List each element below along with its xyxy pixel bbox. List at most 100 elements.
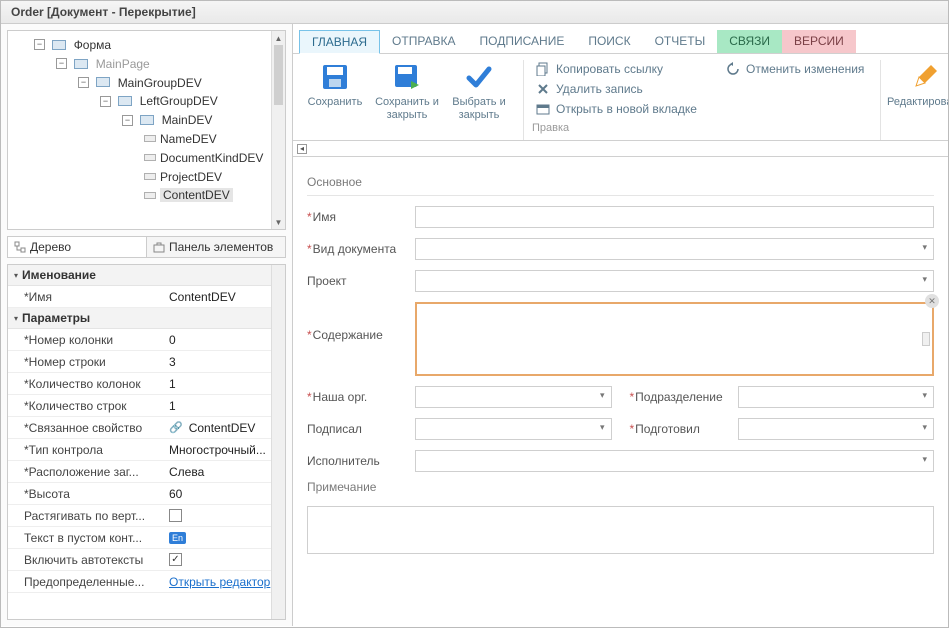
input-project[interactable] <box>415 270 934 292</box>
input-name[interactable] <box>415 206 934 228</box>
tab-toolbox-label: Панель элементов <box>169 240 273 254</box>
prop-row-colnum[interactable]: *Номер колонки 0 <box>8 329 285 351</box>
tree-toggle-icon[interactable]: − <box>100 96 111 107</box>
prop-row-ctrltype[interactable]: *Тип контрола Многострочный... ▼ <box>8 439 285 461</box>
ribbon-group-file: Сохранить Сохранить и закрыть Выбрать и … <box>299 60 524 140</box>
scroll-down-icon[interactable]: ▼ <box>272 215 285 229</box>
delete-button[interactable]: Удалить запись <box>532 80 722 98</box>
tree-node-dockind[interactable]: DocumentKindDEV <box>160 151 263 165</box>
prop-value[interactable]: Слева ▼ <box>163 465 285 479</box>
clear-icon[interactable]: ✕ <box>925 294 939 308</box>
input-prepared[interactable] <box>738 418 935 440</box>
tree-toggle-icon[interactable]: − <box>34 39 45 50</box>
save-button-label: Сохранить <box>308 96 363 109</box>
tree-node-content[interactable]: ContentDEV <box>160 188 233 202</box>
field-icon <box>144 154 156 161</box>
prop-value[interactable]: 1 <box>163 377 285 391</box>
prop-row-emptytext[interactable]: Текст в пустом конт... En <box>8 527 285 549</box>
input-dept[interactable] <box>738 386 935 408</box>
prop-label: Включить автотексты <box>8 553 163 567</box>
prop-row-predef[interactable]: Предопределенные... Открыть редактор <box>8 571 285 593</box>
prop-row-height[interactable]: *Высота 60 <box>8 483 285 505</box>
prop-value[interactable]: 3 <box>163 355 285 369</box>
tab-send[interactable]: ОТПРАВКА <box>380 30 468 53</box>
prop-value[interactable]: Многострочный... ▼ <box>163 443 285 457</box>
field-icon <box>144 135 156 142</box>
prop-section-naming[interactable]: ▾ Именование <box>8 265 285 286</box>
edit-button-label: Редактировать <box>887 96 948 109</box>
container-icon <box>140 115 154 125</box>
prop-section-params[interactable]: ▾ Параметры <box>8 308 285 329</box>
input-assignee[interactable] <box>415 450 934 472</box>
prop-row-vstretch[interactable]: Растягивать по верт... <box>8 505 285 527</box>
locale-badge: En <box>169 532 186 544</box>
tree-toggle-icon[interactable]: − <box>122 115 133 126</box>
prop-row-bound[interactable]: *Связанное свойство 🔗 ContentDEV ▼ <box>8 417 285 439</box>
prop-value[interactable]: 1 <box>163 399 285 413</box>
tab-links[interactable]: СВЯЗИ <box>717 30 782 53</box>
checkbox[interactable] <box>169 553 182 566</box>
tab-tree[interactable]: Дерево <box>7 236 147 258</box>
tree-node-maingroup[interactable]: MainGroupDEV <box>118 75 202 89</box>
prop-value-text: ContentDEV <box>189 421 256 435</box>
tree-node-name[interactable]: NameDEV <box>160 132 217 146</box>
prop-row-name[interactable]: *Имя ContentDEV <box>8 286 285 308</box>
prop-row-autotext[interactable]: Включить автотексты <box>8 549 285 571</box>
tree-node-leftgroup[interactable]: LeftGroupDEV <box>140 94 218 108</box>
prop-name-value[interactable]: ContentDEV <box>163 290 285 304</box>
input-signed[interactable] <box>415 418 612 440</box>
prop-value[interactable]: 🔗 ContentDEV ▼ <box>163 421 285 435</box>
prop-value[interactable] <box>163 553 285 566</box>
prop-value[interactable] <box>163 509 285 522</box>
tree-node-project[interactable]: ProjectDEV <box>160 170 222 184</box>
open-newtab-button[interactable]: Открыть в новой вкладке <box>532 100 722 118</box>
tree-node-mainpage[interactable]: MainPage <box>96 57 150 71</box>
input-content[interactable] <box>415 302 934 376</box>
tree-node-maindev[interactable]: MainDEV <box>162 113 213 127</box>
prop-label: *Связанное свойство <box>8 421 163 435</box>
save-close-icon <box>392 62 422 92</box>
copy-link-button[interactable]: Копировать ссылку <box>532 60 722 78</box>
prop-value[interactable]: 0 <box>163 333 285 347</box>
tree-node-form[interactable]: Форма <box>74 38 111 52</box>
prop-row-colspan[interactable]: *Количество колонок 1 <box>8 373 285 395</box>
form-tree[interactable]: − Форма − MainPage − <box>7 30 286 230</box>
prop-scrollbar[interactable] <box>271 265 285 619</box>
tree-toggle-icon[interactable]: − <box>56 58 67 69</box>
input-dockind[interactable] <box>415 238 934 260</box>
input-note[interactable] <box>307 506 934 554</box>
field-icon <box>144 173 156 180</box>
tree-toggle-icon[interactable]: − <box>78 77 89 88</box>
save-close-button[interactable]: Сохранить и закрыть <box>371 60 443 124</box>
prop-label: *Расположение заг... <box>8 465 163 479</box>
tab-sign[interactable]: ПОДПИСАНИЕ <box>468 30 577 53</box>
tab-main[interactable]: ГЛАВНАЯ <box>299 30 380 54</box>
prop-value[interactable]: En <box>163 532 285 544</box>
select-close-button[interactable]: Выбрать и закрыть <box>443 60 515 124</box>
checkbox[interactable] <box>169 509 182 522</box>
open-editor-link[interactable]: Открыть редактор <box>169 575 270 589</box>
prop-value[interactable]: 60 <box>163 487 285 501</box>
input-ourorg[interactable] <box>415 386 612 408</box>
tab-search[interactable]: ПОИСК <box>576 30 642 53</box>
prop-row-labelpos[interactable]: *Расположение заг... Слева ▼ <box>8 461 285 483</box>
resize-handle-icon[interactable] <box>922 332 930 346</box>
horizontal-strip: ◂ <box>293 141 948 157</box>
scroll-up-icon[interactable]: ▲ <box>272 31 285 45</box>
tab-reports[interactable]: ОТЧЕТЫ <box>643 30 718 53</box>
tree-scrollbar[interactable]: ▲ ▼ <box>271 31 285 229</box>
undo-button[interactable]: Отменить изменения <box>722 60 872 78</box>
edit-button[interactable]: Редактировать <box>889 60 948 111</box>
pencil-icon <box>910 62 940 92</box>
prop-row-rownum[interactable]: *Номер строки 3 <box>8 351 285 373</box>
prop-value[interactable]: Открыть редактор <box>163 575 285 589</box>
save-button[interactable]: Сохранить <box>299 60 371 111</box>
prop-label: Предопределенные... <box>8 575 163 589</box>
prop-label: Растягивать по верт... <box>8 509 163 523</box>
scroll-left-icon[interactable]: ◂ <box>297 144 307 154</box>
tab-toolbox[interactable]: Панель элементов <box>147 236 286 258</box>
label-content: *Содержание <box>307 302 407 342</box>
tab-versions[interactable]: ВЕРСИИ <box>782 30 856 53</box>
prop-row-rowspan[interactable]: *Количество строк 1 <box>8 395 285 417</box>
scroll-thumb[interactable] <box>274 45 283 105</box>
